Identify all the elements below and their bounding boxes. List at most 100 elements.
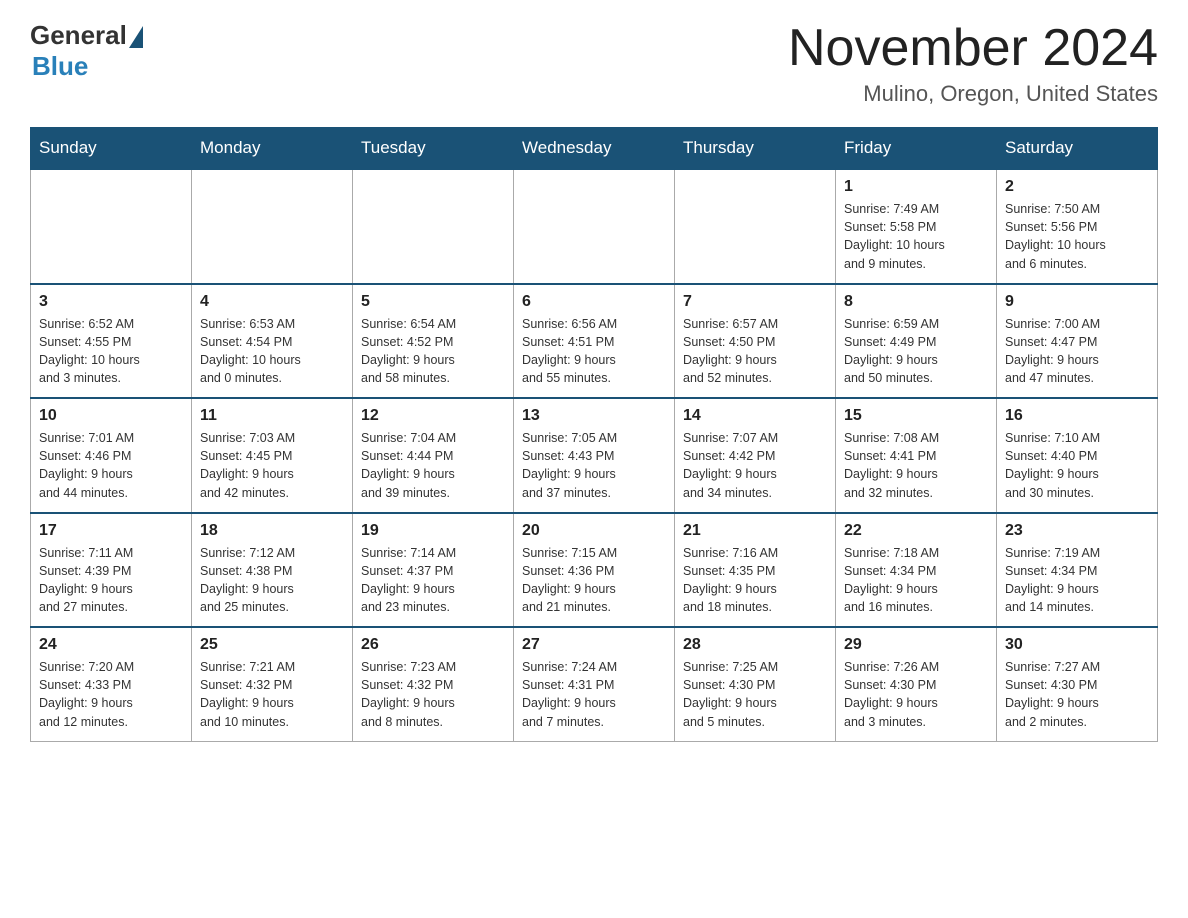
calendar-day-cell: 29Sunrise: 7:26 AMSunset: 4:30 PMDayligh… xyxy=(836,627,997,741)
day-info: Sunrise: 6:56 AMSunset: 4:51 PMDaylight:… xyxy=(522,315,666,388)
day-number: 23 xyxy=(1005,522,1149,540)
day-info: Sunrise: 7:49 AMSunset: 5:58 PMDaylight:… xyxy=(844,200,988,273)
day-number: 14 xyxy=(683,407,827,425)
day-number: 21 xyxy=(683,522,827,540)
day-number: 29 xyxy=(844,636,988,654)
day-number: 24 xyxy=(39,636,183,654)
calendar-day-cell: 19Sunrise: 7:14 AMSunset: 4:37 PMDayligh… xyxy=(353,513,514,628)
calendar-day-header-friday: Friday xyxy=(836,128,997,170)
day-info: Sunrise: 7:50 AMSunset: 5:56 PMDaylight:… xyxy=(1005,200,1149,273)
day-info: Sunrise: 7:18 AMSunset: 4:34 PMDaylight:… xyxy=(844,544,988,617)
day-info: Sunrise: 7:01 AMSunset: 4:46 PMDaylight:… xyxy=(39,429,183,502)
calendar-day-cell: 16Sunrise: 7:10 AMSunset: 4:40 PMDayligh… xyxy=(997,398,1158,513)
calendar-day-cell: 11Sunrise: 7:03 AMSunset: 4:45 PMDayligh… xyxy=(192,398,353,513)
day-info: Sunrise: 6:52 AMSunset: 4:55 PMDaylight:… xyxy=(39,315,183,388)
calendar-day-cell: 23 Sunrise: 7:19 AMSunset: 4:34 PMDayligh… xyxy=(997,513,1158,628)
day-info: Sunrise: 7:11 AMSunset: 4:39 PMDaylight:… xyxy=(39,544,183,617)
month-title: November 2024 xyxy=(788,20,1158,77)
day-info: Sunrise: 7:03 AMSunset: 4:45 PMDaylight:… xyxy=(200,429,344,502)
day-info: Sunrise: 7:24 AMSunset: 4:31 PMDaylight:… xyxy=(522,658,666,731)
day-number: 7 xyxy=(683,293,827,311)
day-info: Sunrise: 7:08 AMSunset: 4:41 PMDaylight:… xyxy=(844,429,988,502)
day-info: Sunrise: 7:20 AMSunset: 4:33 PMDaylight:… xyxy=(39,658,183,731)
day-number: 28 xyxy=(683,636,827,654)
day-info: Sunrise: 7:00 AMSunset: 4:47 PMDaylight:… xyxy=(1005,315,1149,388)
day-number: 27 xyxy=(522,636,666,654)
calendar-day-header-monday: Monday xyxy=(192,128,353,170)
location-title: Mulino, Oregon, United States xyxy=(788,81,1158,107)
calendar-day-cell: 15 Sunrise: 7:08 AMSunset: 4:41 PMDayligh… xyxy=(836,398,997,513)
calendar-day-cell: 18 Sunrise: 7:12 AMSunset: 4:38 PMDayligh… xyxy=(192,513,353,628)
calendar-day-cell xyxy=(514,169,675,284)
day-info: Sunrise: 6:59 AMSunset: 4:49 PMDaylight:… xyxy=(844,315,988,388)
calendar-day-cell: 17 Sunrise: 7:11 AMSunset: 4:39 PMDayligh… xyxy=(31,513,192,628)
day-info: Sunrise: 7:12 AMSunset: 4:38 PMDaylight:… xyxy=(200,544,344,617)
calendar-day-cell: 21 Sunrise: 7:16 AMSunset: 4:35 PMDayligh… xyxy=(675,513,836,628)
day-number: 30 xyxy=(1005,636,1149,654)
day-number: 25 xyxy=(200,636,344,654)
day-number: 17 xyxy=(39,522,183,540)
day-info: Sunrise: 7:04 AMSunset: 4:44 PMDaylight:… xyxy=(361,429,505,502)
day-info: Sunrise: 6:53 AMSunset: 4:54 PMDaylight:… xyxy=(200,315,344,388)
calendar-table: SundayMondayTuesdayWednesdayThursdayFrid… xyxy=(30,127,1158,742)
day-number: 16 xyxy=(1005,407,1149,425)
calendar-day-header-thursday: Thursday xyxy=(675,128,836,170)
calendar-day-cell: 4 Sunrise: 6:53 AMSunset: 4:54 PMDaylight… xyxy=(192,284,353,399)
calendar-day-cell: 20Sunrise: 7:15 AMSunset: 4:36 PMDayligh… xyxy=(514,513,675,628)
day-number: 26 xyxy=(361,636,505,654)
calendar-day-cell: 9Sunrise: 7:00 AMSunset: 4:47 PMDaylight… xyxy=(997,284,1158,399)
day-info: Sunrise: 7:16 AMSunset: 4:35 PMDaylight:… xyxy=(683,544,827,617)
calendar-day-cell: 5 Sunrise: 6:54 AMSunset: 4:52 PMDaylight… xyxy=(353,284,514,399)
calendar-day-header-saturday: Saturday xyxy=(997,128,1158,170)
calendar-week-row: 17 Sunrise: 7:11 AMSunset: 4:39 PMDayligh… xyxy=(31,513,1158,628)
page-header: General Blue November 2024 Mulino, Orego… xyxy=(30,20,1158,107)
calendar-day-cell: 1 Sunrise: 7:49 AMSunset: 5:58 PMDaylight… xyxy=(836,169,997,284)
logo-general-text: General xyxy=(30,20,127,51)
day-info: Sunrise: 7:15 AMSunset: 4:36 PMDaylight:… xyxy=(522,544,666,617)
calendar-day-cell xyxy=(192,169,353,284)
day-info: Sunrise: 7:14 AMSunset: 4:37 PMDaylight:… xyxy=(361,544,505,617)
day-number: 5 xyxy=(361,293,505,311)
day-number: 1 xyxy=(844,178,988,196)
calendar-week-row: 24 Sunrise: 7:20 AMSunset: 4:33 PMDayligh… xyxy=(31,627,1158,741)
title-block: November 2024 Mulino, Oregon, United Sta… xyxy=(788,20,1158,107)
day-number: 8 xyxy=(844,293,988,311)
day-number: 3 xyxy=(39,293,183,311)
calendar-day-cell: 13Sunrise: 7:05 AMSunset: 4:43 PMDayligh… xyxy=(514,398,675,513)
calendar-week-row: 3 Sunrise: 6:52 AMSunset: 4:55 PMDaylight… xyxy=(31,284,1158,399)
calendar-day-cell: 28 Sunrise: 7:25 AMSunset: 4:30 PMDayligh… xyxy=(675,627,836,741)
day-number: 4 xyxy=(200,293,344,311)
calendar-day-cell: 26 Sunrise: 7:23 AMSunset: 4:32 PMDayligh… xyxy=(353,627,514,741)
day-info: Sunrise: 7:19 AMSunset: 4:34 PMDaylight:… xyxy=(1005,544,1149,617)
calendar-day-cell: 8 Sunrise: 6:59 AMSunset: 4:49 PMDaylight… xyxy=(836,284,997,399)
day-number: 12 xyxy=(361,407,505,425)
calendar-day-cell: 6 Sunrise: 6:56 AMSunset: 4:51 PMDaylight… xyxy=(514,284,675,399)
calendar-week-row: 10 Sunrise: 7:01 AMSunset: 4:46 PMDayligh… xyxy=(31,398,1158,513)
day-number: 18 xyxy=(200,522,344,540)
day-info: Sunrise: 7:07 AMSunset: 4:42 PMDaylight:… xyxy=(683,429,827,502)
calendar-day-header-tuesday: Tuesday xyxy=(353,128,514,170)
day-number: 13 xyxy=(522,407,666,425)
calendar-day-cell: 10 Sunrise: 7:01 AMSunset: 4:46 PMDayligh… xyxy=(31,398,192,513)
calendar-week-row: 1 Sunrise: 7:49 AMSunset: 5:58 PMDaylight… xyxy=(31,169,1158,284)
calendar-day-cell: 27 Sunrise: 7:24 AMSunset: 4:31 PMDayligh… xyxy=(514,627,675,741)
day-info: Sunrise: 6:57 AMSunset: 4:50 PMDaylight:… xyxy=(683,315,827,388)
day-number: 10 xyxy=(39,407,183,425)
day-info: Sunrise: 7:21 AMSunset: 4:32 PMDaylight:… xyxy=(200,658,344,731)
day-info: Sunrise: 7:27 AMSunset: 4:30 PMDaylight:… xyxy=(1005,658,1149,731)
calendar-day-cell: 22Sunrise: 7:18 AMSunset: 4:34 PMDayligh… xyxy=(836,513,997,628)
calendar-header-row: SundayMondayTuesdayWednesdayThursdayFrid… xyxy=(31,128,1158,170)
day-info: Sunrise: 6:54 AMSunset: 4:52 PMDaylight:… xyxy=(361,315,505,388)
calendar-day-cell: 30 Sunrise: 7:27 AMSunset: 4:30 PMDayligh… xyxy=(997,627,1158,741)
day-info: Sunrise: 7:25 AMSunset: 4:30 PMDaylight:… xyxy=(683,658,827,731)
calendar-day-cell: 12 Sunrise: 7:04 AMSunset: 4:44 PMDayligh… xyxy=(353,398,514,513)
logo-triangle-icon xyxy=(129,26,143,48)
day-info: Sunrise: 7:23 AMSunset: 4:32 PMDaylight:… xyxy=(361,658,505,731)
calendar-day-header-wednesday: Wednesday xyxy=(514,128,675,170)
logo: General Blue xyxy=(30,20,143,82)
logo-blue-text: Blue xyxy=(32,51,88,82)
calendar-day-cell xyxy=(31,169,192,284)
day-number: 6 xyxy=(522,293,666,311)
calendar-day-cell: 7 Sunrise: 6:57 AMSunset: 4:50 PMDaylight… xyxy=(675,284,836,399)
day-number: 15 xyxy=(844,407,988,425)
